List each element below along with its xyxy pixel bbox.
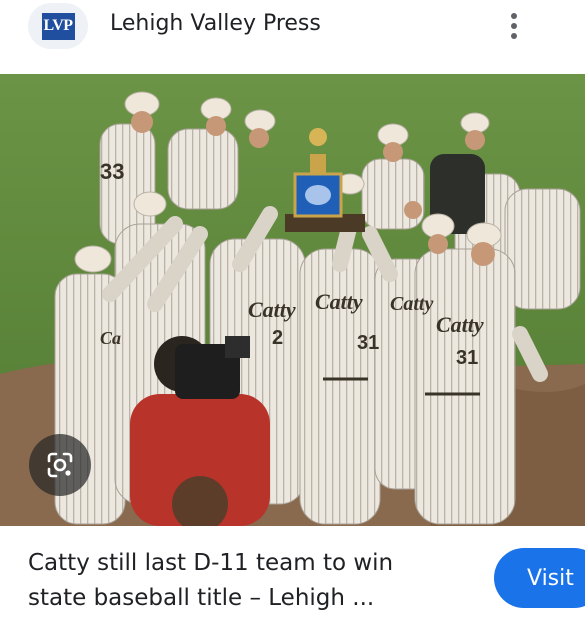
google-lens-button[interactable] [29,434,91,496]
svg-text:Ca: Ca [100,328,121,348]
search-result-header: LVP Lehigh Valley Press [0,0,585,74]
site-name[interactable]: Lehigh Valley Press [110,11,321,36]
site-favicon[interactable]: LVP [28,3,88,49]
svg-text:Catty: Catty [436,312,484,337]
result-title-line-2: state baseball title – Lehigh ... [28,585,375,611]
result-title-line-1: Catty still last D-11 team to win [28,550,394,576]
visit-button[interactable]: Visit [494,548,585,608]
more-options-icon[interactable] [502,8,526,44]
google-lens-icon [47,452,73,478]
svg-text:Catty: Catty [248,297,296,322]
svg-text:33: 33 [100,159,124,184]
svg-text:2: 2 [272,327,283,349]
svg-text:31: 31 [357,332,379,354]
svg-text:Catty: Catty [390,293,433,315]
result-title[interactable]: Catty still last D-11 team to win state … [28,546,468,616]
svg-text:31: 31 [456,347,478,369]
lvp-logo: LVP [41,12,75,40]
svg-text:Catty: Catty [315,289,363,314]
